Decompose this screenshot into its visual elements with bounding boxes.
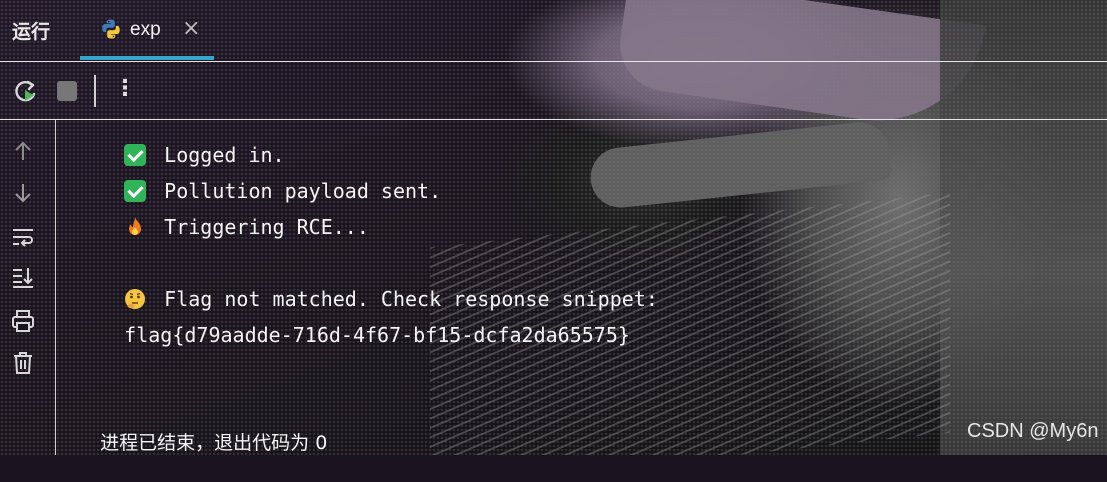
scroll-up-icon[interactable]: [10, 138, 36, 164]
toolbar-separator: [94, 75, 96, 107]
stop-icon[interactable]: [57, 81, 77, 101]
scroll-down-icon[interactable]: [10, 180, 36, 206]
console-line: Logged in.: [76, 116, 285, 167]
tab-label: exp: [130, 19, 161, 40]
fire-icon: [129, 217, 142, 235]
rerun-icon[interactable]: [12, 78, 40, 106]
scroll-to-end-icon[interactable]: [10, 264, 36, 290]
console-line: Flag not matched. Check response snippet…: [76, 260, 658, 311]
soft-wrap-icon[interactable]: [10, 224, 36, 250]
tab-exp[interactable]: exp ×: [80, 0, 214, 60]
more-options-icon[interactable]: ⋮: [114, 76, 136, 101]
process-exit-message: 进程已结束，退出代码为 0: [100, 432, 328, 454]
run-tool-window-title: 运行: [12, 21, 51, 43]
run-toolbar: [0, 61, 1107, 118]
gutter-divider: [55, 120, 56, 455]
console-line: Triggering RCE...: [76, 188, 369, 239]
active-tab-indicator: [80, 56, 214, 60]
console-line: Pollution payload sent.: [76, 152, 441, 203]
print-icon[interactable]: [10, 308, 36, 334]
python-icon: [102, 19, 120, 39]
flag-output: flag{d79aadde-716d-4f67-bf15-dcfa2da6557…: [124, 323, 630, 347]
watermark: CSDN @My6n: [967, 420, 1099, 442]
close-tab-icon[interactable]: ×: [182, 16, 200, 41]
run-tool-window-header: 运行 exp ×: [0, 0, 1107, 60]
trash-icon[interactable]: [10, 350, 36, 376]
